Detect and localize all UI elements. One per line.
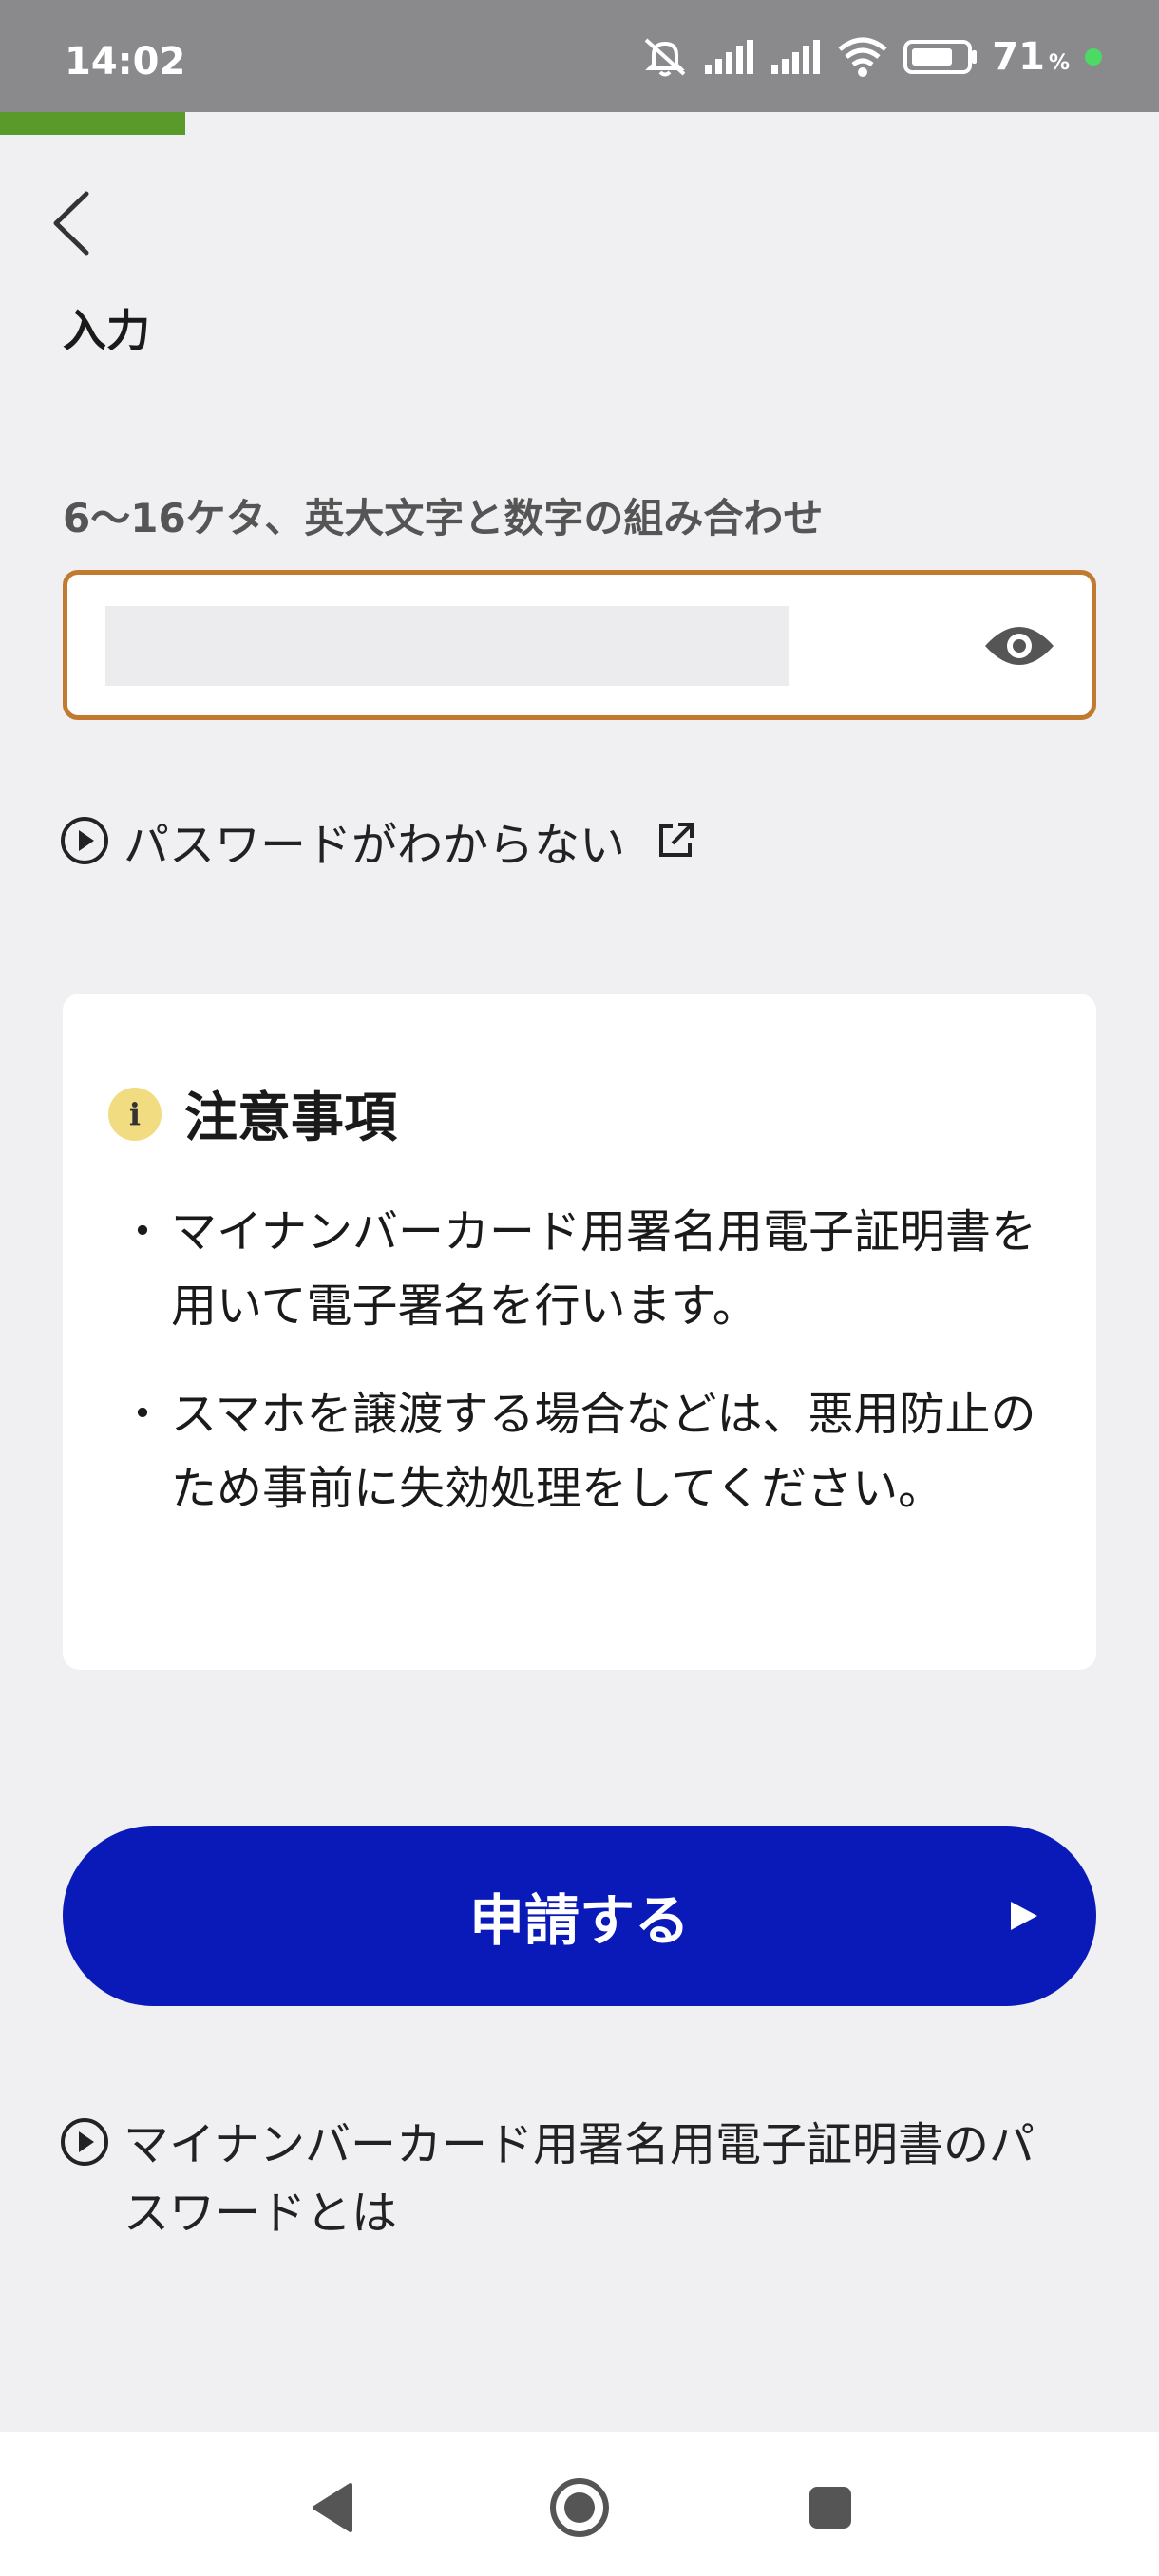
external-link-icon [659, 823, 694, 857]
battery-percent: 71 [992, 35, 1045, 79]
battery-icon [903, 40, 978, 74]
info-icon: i [108, 1087, 162, 1141]
wifi-icon [838, 37, 887, 77]
notice-title: 注意事項 [184, 1088, 397, 1149]
play-circle-icon [61, 2118, 108, 2166]
apply-button-label: 申請する [468, 1888, 690, 1953]
status-icons: 71 % [640, 34, 1102, 80]
status-bar: 14:02 71 % [0, 0, 1159, 112]
list-item: スマホを譲渡する場合などは、悪用防止のため事前に失効処理をしてください。 [120, 1377, 1064, 1525]
progress-fill [0, 112, 186, 135]
about-password-label: マイナンバーカード用署名用電子証明書のパスワードとは [124, 2118, 1036, 2240]
privacy-indicator-dot [1085, 48, 1102, 66]
signal-icon [771, 40, 821, 74]
list-item: マイナンバーカード用署名用電子証明書を用いて電子署名を行います。 [120, 1195, 1064, 1343]
battery-unit: % [1048, 50, 1070, 75]
status-time: 14:02 [65, 40, 186, 84]
notice-list: マイナンバーカード用署名用電子証明書を用いて電子署名を行います。 スマホを譲渡す… [120, 1195, 1064, 1560]
nav-recents-button[interactable] [792, 2470, 868, 2546]
forgot-password-link[interactable]: パスワードがわからない [59, 807, 695, 874]
back-triangle-icon [313, 2483, 352, 2532]
password-input[interactable] [63, 570, 1096, 720]
section-title: 入力 [63, 305, 150, 356]
progress-bar [0, 112, 1159, 135]
system-nav-bar [0, 2432, 1159, 2576]
password-hint: 6〜16ケタ、英大文字と数字の組み合わせ [63, 495, 824, 541]
forgot-password-label: パスワードがわからない [124, 819, 626, 872]
mute-icon [644, 38, 686, 77]
signal-icon [705, 40, 754, 74]
notice-card: i 注意事項 マイナンバーカード用署名用電子証明書を用いて電子署名を行います。 … [63, 994, 1096, 1670]
nav-home-button[interactable] [542, 2470, 618, 2546]
back-button[interactable] [28, 180, 114, 266]
play-arrow-icon [1011, 1902, 1037, 1930]
notice-header: i 注意事項 [108, 1075, 397, 1152]
play-circle-icon [61, 817, 108, 864]
password-masked-value [105, 606, 789, 686]
show-password-button[interactable] [981, 613, 1057, 679]
apply-button[interactable]: 申請する [63, 1826, 1096, 2006]
about-password-link[interactable]: マイナンバーカード用署名用電子証明書のパスワードとは [59, 2111, 1085, 2247]
home-circle-icon [550, 2478, 609, 2537]
eye-icon [985, 627, 1054, 665]
recents-square-icon [809, 2487, 851, 2529]
chevron-left-icon [53, 191, 89, 256]
nav-back-button[interactable] [294, 2470, 370, 2546]
